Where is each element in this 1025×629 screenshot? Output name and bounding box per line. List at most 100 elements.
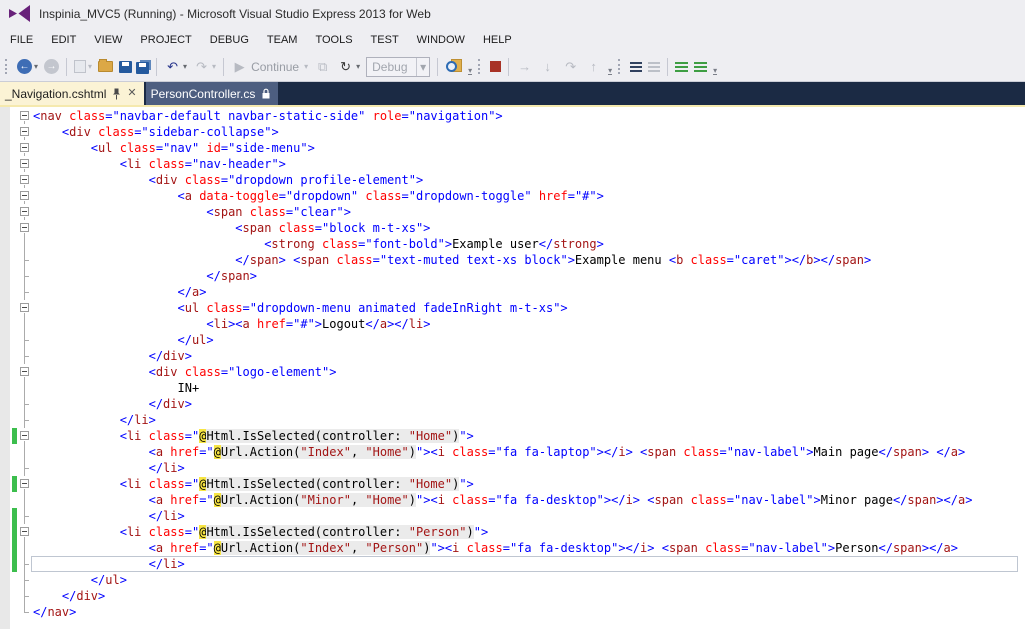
fold-collapse-marker[interactable]	[20, 127, 29, 136]
step-over-button[interactable]: ↷	[560, 56, 581, 78]
menu-item-test[interactable]: TEST	[362, 30, 408, 50]
menu-item-tools[interactable]: TOOLS	[306, 30, 361, 50]
menu-item-window[interactable]: WINDOW	[408, 30, 474, 50]
code-line[interactable]: <span class="clear">	[0, 204, 1025, 220]
fold-collapse-marker[interactable]	[20, 367, 29, 376]
code-line[interactable]: </div>	[0, 396, 1025, 412]
menu-item-help[interactable]: HELP	[474, 30, 521, 50]
fold-collapse-marker[interactable]	[20, 431, 29, 440]
code-line[interactable]: <a data-toggle="dropdown" class="dropdow…	[0, 188, 1025, 204]
code-line[interactable]: </ul>	[0, 332, 1025, 348]
code-token	[33, 557, 149, 571]
code-token: class	[98, 125, 134, 139]
continue-button[interactable]: ▶Continue▾	[229, 56, 310, 78]
comment-selection-button[interactable]	[628, 56, 644, 78]
toolbar-separator	[223, 58, 224, 76]
fold-collapse-marker[interactable]	[20, 111, 29, 120]
code-line[interactable]: <li><a href="#">Logout</a></li>	[0, 316, 1025, 332]
code-line[interactable]: </div>	[0, 348, 1025, 364]
code-line[interactable]: <nav class="navbar-default navbar-static…	[0, 108, 1025, 124]
code-line[interactable]: </a>	[0, 284, 1025, 300]
code-line[interactable]: </span>	[0, 268, 1025, 284]
break-all-button[interactable]: ⧉	[312, 56, 333, 78]
code-token: </	[62, 589, 76, 603]
uncomment-selection-button[interactable]	[646, 56, 662, 78]
code-token: ="dropdown profile-element">	[221, 173, 423, 187]
undo-button[interactable]: ↶▾	[162, 56, 189, 78]
toolbar-overflow-button[interactable]: ▾	[468, 67, 472, 75]
menu-item-debug[interactable]: DEBUG	[201, 30, 258, 50]
code-line[interactable]: <span class="block m-t-xs">	[0, 220, 1025, 236]
navigate-backward-button[interactable]: ←▾	[15, 56, 40, 78]
toolbar-grip-handle[interactable]	[5, 59, 10, 74]
decrease-indent-button[interactable]	[673, 56, 690, 78]
code-line[interactable]: <strong class="font-bold">Example user</…	[0, 236, 1025, 252]
menu-item-team[interactable]: TEAM	[258, 30, 307, 50]
menu-item-edit[interactable]: EDIT	[42, 30, 85, 50]
toolbar-overflow-button[interactable]: ▾	[608, 67, 612, 75]
code-line[interactable]: </li>	[0, 508, 1025, 524]
code-line[interactable]: </li>	[0, 412, 1025, 428]
fold-collapse-marker[interactable]	[20, 143, 29, 152]
restart-button[interactable]: ↻▾	[335, 56, 362, 78]
code-token: >	[922, 445, 929, 459]
chevron-down-icon: ▾	[416, 58, 429, 76]
fold-collapse-marker[interactable]	[20, 207, 29, 216]
code-line[interactable]: <ul class="dropdown-menu animated fadeIn…	[0, 300, 1025, 316]
stop-debugging-button[interactable]	[488, 56, 503, 78]
fold-collapse-marker[interactable]	[20, 159, 29, 168]
code-line[interactable]: <a href="@Url.Action("Minor", "Home")"><…	[0, 492, 1025, 508]
menu-item-file[interactable]: FILE	[1, 30, 42, 50]
code-line[interactable]: <li class="nav-header">	[0, 156, 1025, 172]
fold-collapse-marker[interactable]	[20, 527, 29, 536]
tab-navigation-cshtml[interactable]: _Navigation.cshtml ✕	[0, 82, 144, 105]
code-token	[532, 189, 539, 203]
tab-personcontroller-cs[interactable]: PersonController.cs	[146, 82, 279, 105]
code-token: ">	[474, 525, 488, 539]
code-line[interactable]: </div>	[0, 588, 1025, 604]
code-token: <	[149, 493, 156, 507]
show-next-statement-button[interactable]: →	[514, 56, 535, 78]
menu-item-project[interactable]: PROJECT	[131, 30, 200, 50]
toolbar-grip-handle[interactable]	[618, 59, 623, 74]
code-line[interactable]: <li class="@Html.IsSelected(controller: …	[0, 524, 1025, 540]
save-all-button[interactable]	[136, 56, 151, 78]
fold-collapse-marker[interactable]	[20, 191, 29, 200]
code-line[interactable]: IN+	[0, 380, 1025, 396]
debug-target-dropdown[interactable]: Debug▾	[366, 57, 430, 77]
tab-bar: _Navigation.cshtml ✕ PersonController.cs	[0, 82, 1025, 107]
code-line[interactable]: <ul class="nav" id="side-menu">	[0, 140, 1025, 156]
fold-collapse-marker[interactable]	[20, 175, 29, 184]
menu-item-view[interactable]: VIEW	[85, 30, 131, 50]
code-line[interactable]: </nav>	[0, 604, 1025, 620]
fold-collapse-marker[interactable]	[20, 303, 29, 312]
add-new-item-button[interactable]: ▾	[72, 56, 94, 78]
code-line[interactable]: <div class="logo-element">	[0, 364, 1025, 380]
step-over-icon: ↷	[562, 58, 579, 75]
code-line[interactable]: <div class="sidebar-collapse">	[0, 124, 1025, 140]
pin-icon[interactable]	[112, 88, 121, 100]
navigate-forward-button[interactable]: →	[42, 56, 61, 78]
step-out-button[interactable]: ↑	[583, 56, 604, 78]
step-into-button[interactable]: ↓	[537, 56, 558, 78]
toolbar-grip-handle[interactable]	[478, 59, 483, 74]
close-icon[interactable]: ✕	[127, 88, 136, 99]
code-editor[interactable]: <nav class="navbar-default navbar-static…	[0, 107, 1025, 629]
code-line[interactable]: </li>	[0, 460, 1025, 476]
code-line[interactable]: <a href="@Url.Action("Index", "Person")"…	[0, 540, 1025, 556]
code-line[interactable]: </li>	[0, 556, 1025, 572]
code-line[interactable]: <a href="@Url.Action("Index", "Home")"><…	[0, 444, 1025, 460]
find-in-files-button[interactable]	[443, 56, 464, 78]
code-line[interactable]: <div class="dropdown profile-element">	[0, 172, 1025, 188]
code-line[interactable]: </span> <span class="text-muted text-xs …	[0, 252, 1025, 268]
increase-indent-button[interactable]	[692, 56, 709, 78]
code-line[interactable]: <li class="@Html.IsSelected(controller: …	[0, 428, 1025, 444]
redo-button[interactable]: ↷▾	[191, 56, 218, 78]
fold-collapse-marker[interactable]	[20, 479, 29, 488]
code-line[interactable]: </ul>	[0, 572, 1025, 588]
toolbar-overflow-button[interactable]: ▾	[713, 67, 717, 75]
open-file-button[interactable]	[96, 56, 115, 78]
fold-collapse-marker[interactable]	[20, 223, 29, 232]
code-line[interactable]: <li class="@Html.IsSelected(controller: …	[0, 476, 1025, 492]
save-button[interactable]	[117, 56, 134, 78]
